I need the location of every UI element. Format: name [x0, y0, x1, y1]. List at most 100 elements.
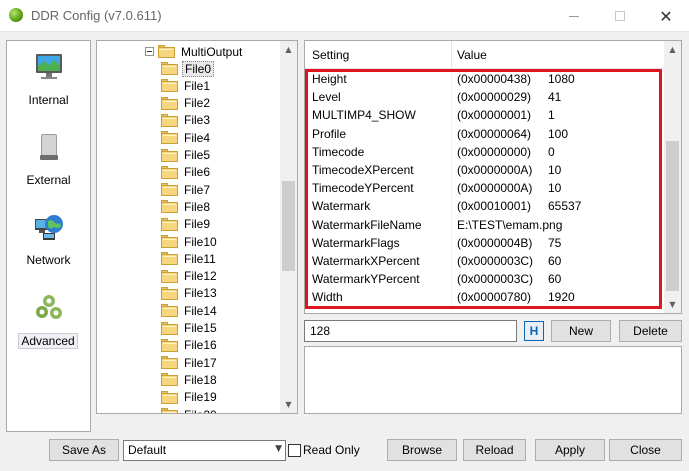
tree-node-file[interactable]: File17	[161, 354, 219, 371]
settings-row[interactable]: Height (0x00000438) 1080	[305, 70, 665, 88]
browse-button[interactable]: Browse	[387, 439, 457, 461]
settings-row[interactable]: MULTIMP4_SHOW (0x00000001) 1	[305, 106, 665, 125]
column-header-value[interactable]: Value	[457, 48, 487, 62]
settings-scroll-thumb[interactable]	[666, 141, 679, 291]
setting-name: WatermarkFlags	[312, 235, 400, 250]
tree-node-file[interactable]: File19	[161, 389, 219, 406]
tree-node-file[interactable]: File1	[161, 77, 212, 94]
setting-name: Height	[312, 72, 347, 86]
folder-icon	[161, 373, 178, 387]
scroll-down-icon[interactable]: ▼	[280, 396, 297, 413]
close-button[interactable]: Close	[609, 439, 682, 461]
settings-row[interactable]: Profile (0x00000064) 100	[305, 124, 665, 143]
profile-select[interactable]: Default ▼	[123, 440, 286, 461]
settings-row[interactable]: TimecodeYPercent (0x0000000A) 10	[305, 179, 665, 198]
folder-icon	[161, 338, 178, 352]
column-header-setting[interactable]: Setting	[312, 48, 349, 62]
tree-label: File14	[184, 303, 217, 318]
setting-hex: (0x00000000)	[457, 144, 532, 159]
minimize-button[interactable]	[551, 0, 597, 32]
settings-row[interactable]: Level (0x00000029) 41	[305, 88, 665, 107]
setting-value: 10	[548, 181, 562, 196]
folder-icon	[161, 62, 178, 75]
tree-node-file[interactable]: File3	[161, 112, 212, 129]
folder-icon	[161, 165, 178, 179]
maximize-icon	[615, 11, 625, 21]
setting-name: Timecode	[312, 144, 365, 159]
read-only-checkbox[interactable]	[288, 444, 301, 457]
tree-node-file[interactable]: File2	[161, 95, 212, 112]
settings-row[interactable]: TimecodeXPercent (0x0000000A) 10	[305, 161, 665, 179]
tree-label: File20	[182, 408, 219, 414]
folder-icon	[161, 235, 178, 248]
tree-node-file[interactable]: File6	[161, 164, 212, 181]
settings-list[interactable]: Setting Value Height (0x00000438) 1080 Leve…	[304, 40, 682, 314]
tree-label: File6	[184, 165, 211, 180]
tree-label: File16	[184, 338, 217, 353]
tree-node-file[interactable]: File12	[161, 268, 219, 285]
tree-label: File13	[184, 286, 217, 301]
tree-node-file[interactable]: File15	[161, 320, 219, 337]
setting-value: 60	[548, 272, 562, 287]
nav-label-external: External	[26, 173, 71, 187]
config-tree[interactable]: MultiOutput File0 File1 File2 File3 File4 Fil…	[96, 40, 298, 414]
minimize-icon	[569, 15, 579, 17]
scroll-up-icon[interactable]: ▲	[664, 41, 681, 58]
tree-node-file[interactable]: File18	[161, 371, 219, 388]
tree-node-file[interactable]: File7	[161, 181, 212, 198]
save-as-button[interactable]: Save As	[49, 439, 119, 461]
tree-scrollbar[interactable]: ▲ ▼	[280, 41, 297, 413]
new-button[interactable]: New	[551, 320, 611, 342]
folder-icon	[161, 356, 178, 370]
settings-row[interactable]: WatermarkFlags (0x0000004B) 75	[305, 233, 665, 252]
settings-row[interactable]: Width (0x00000780) 1920	[305, 288, 665, 307]
tree-node-file[interactable]: File9	[161, 216, 212, 233]
settings-row[interactable]: WatermarkYPercent (0x0000003C) 60	[305, 270, 665, 289]
tree-label: File19	[184, 390, 217, 405]
delete-button[interactable]: Delete	[619, 320, 682, 342]
scroll-down-icon[interactable]: ▼	[664, 296, 681, 313]
nav-item-internal[interactable]: Internal	[7, 51, 90, 123]
scroll-up-icon[interactable]: ▲	[280, 41, 297, 58]
reload-button[interactable]: Reload	[463, 439, 526, 461]
tree-label: File9	[184, 217, 211, 232]
tree-node-file[interactable]: File5	[161, 147, 212, 164]
value-input[interactable]	[304, 320, 517, 342]
folder-icon	[161, 148, 178, 162]
tree-scroll-thumb[interactable]	[282, 181, 295, 271]
maximize-button[interactable]	[597, 0, 643, 32]
tree-node-file[interactable]: File13	[161, 285, 219, 302]
setting-hex: (0x0000003C)	[457, 272, 534, 287]
setting-value: 75	[548, 235, 562, 250]
setting-value: 10	[548, 163, 562, 177]
tree-node-file[interactable]: File8	[161, 198, 212, 215]
settings-scrollbar[interactable]: ▲ ▼	[664, 41, 681, 313]
settings-row[interactable]: WatermarkFileName E:\TEST\emam.png	[305, 215, 665, 234]
tree-label: File5	[184, 148, 211, 162]
tree-node-file[interactable]: File4	[161, 129, 212, 146]
setting-value: 60	[548, 254, 562, 268]
settings-row[interactable]: WatermarkXPercent (0x0000003C) 60	[305, 252, 665, 270]
tree-node-file[interactable]: File10	[161, 233, 219, 250]
read-only-label[interactable]: Read Only	[303, 443, 360, 457]
tree-label: File15	[184, 321, 217, 335]
settings-row[interactable]: Watermark (0x00010001) 65537	[305, 197, 665, 216]
tree-label: File8	[184, 199, 211, 214]
tree-node-file[interactable]: File16	[161, 337, 219, 354]
nav-item-network[interactable]: Network	[7, 211, 90, 283]
folder-icon	[161, 408, 178, 413]
setting-name: WatermarkFileName	[312, 217, 422, 232]
nav-item-external[interactable]: External	[7, 131, 90, 203]
tree-node-file[interactable]: File11	[161, 250, 218, 267]
hex-toggle-button[interactable]: H	[524, 321, 544, 341]
tree-node-multioutput[interactable]: MultiOutput	[145, 43, 244, 60]
folder-icon	[161, 79, 178, 93]
tree-node-file[interactable]: File14	[161, 302, 219, 319]
apply-button[interactable]: Apply	[535, 439, 605, 461]
nav-item-advanced[interactable]: Advanced	[7, 291, 90, 363]
collapse-icon[interactable]	[145, 47, 154, 56]
settings-row[interactable]: Timecode (0x00000000) 0	[305, 142, 665, 161]
close-window-button[interactable]: ✕	[643, 0, 689, 32]
tree-node-file[interactable]: File20	[161, 406, 219, 414]
tree-node-file[interactable]: File0	[161, 60, 215, 77]
